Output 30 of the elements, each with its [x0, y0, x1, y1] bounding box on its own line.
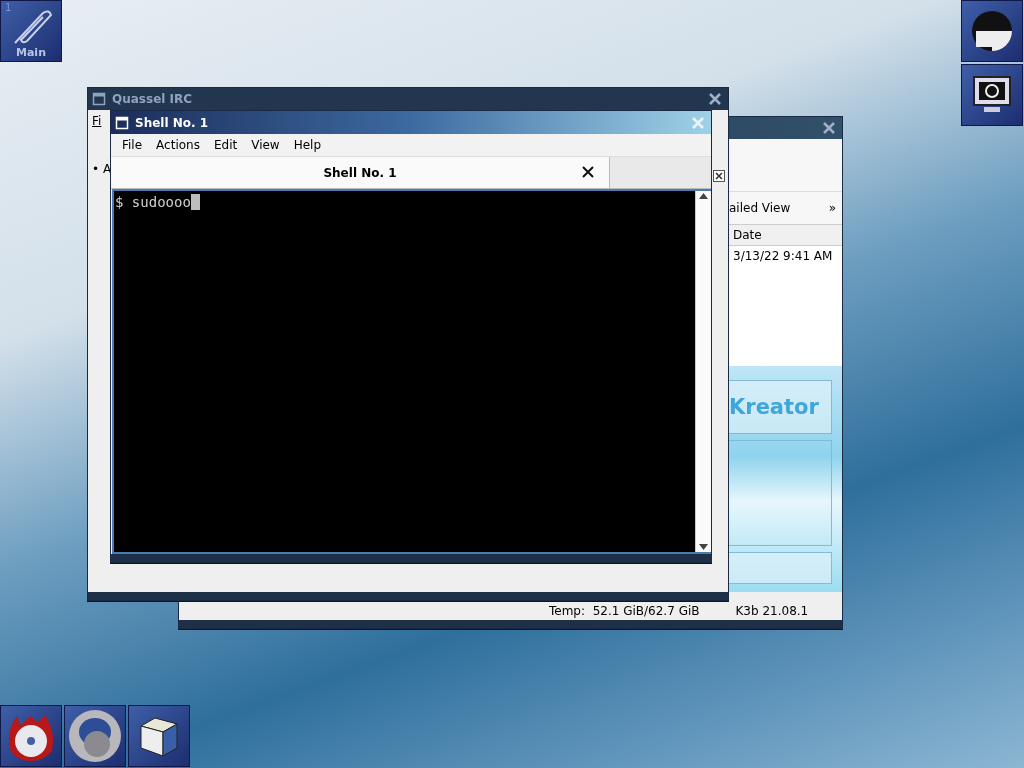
menu-item[interactable]: Fi	[92, 114, 110, 128]
window-title: Quassel IRC	[112, 92, 193, 106]
menu-item[interactable]: File	[115, 136, 150, 154]
status-text: Temp: 52.1 GiB/62.7 GiB	[549, 604, 700, 618]
column-header[interactable]: Date	[729, 225, 842, 246]
menu-item[interactable]: Actions	[149, 136, 207, 154]
status-text: K3b 21.08.1	[735, 604, 809, 618]
close-icon[interactable]	[581, 165, 595, 179]
view-mode-label[interactable]: ailed View	[729, 201, 791, 215]
terminal-tab[interactable]: Shell No. 1	[111, 157, 610, 188]
menu-item[interactable]: Edit	[206, 136, 245, 154]
close-icon[interactable]	[713, 170, 725, 182]
table-cell: 3/13/22 9:41 AM	[729, 246, 842, 266]
launcher-button[interactable]	[0, 705, 62, 767]
launcher-button[interactable]	[961, 64, 1023, 126]
ring-icon	[67, 708, 123, 764]
launcher-button[interactable]	[64, 705, 126, 767]
desktop-label: Main	[16, 47, 46, 59]
launcher-button[interactable]	[961, 0, 1023, 62]
banner-title: Kreator	[729, 380, 832, 434]
scroll-down-arrow-icon[interactable]	[699, 544, 708, 550]
menu-item[interactable]: Help	[286, 136, 329, 154]
desktop-number: 1	[5, 3, 12, 13]
scroll-up-arrow-icon[interactable]	[699, 193, 708, 199]
toolbar-overflow-button[interactable]: »	[828, 201, 836, 215]
desktop-pager[interactable]: 1 Main	[0, 0, 62, 62]
menu-item[interactable]: View	[244, 136, 287, 154]
launcher-button[interactable]	[128, 705, 190, 767]
window-title: Shell No. 1	[135, 115, 209, 130]
scrollbar[interactable]	[695, 191, 711, 552]
